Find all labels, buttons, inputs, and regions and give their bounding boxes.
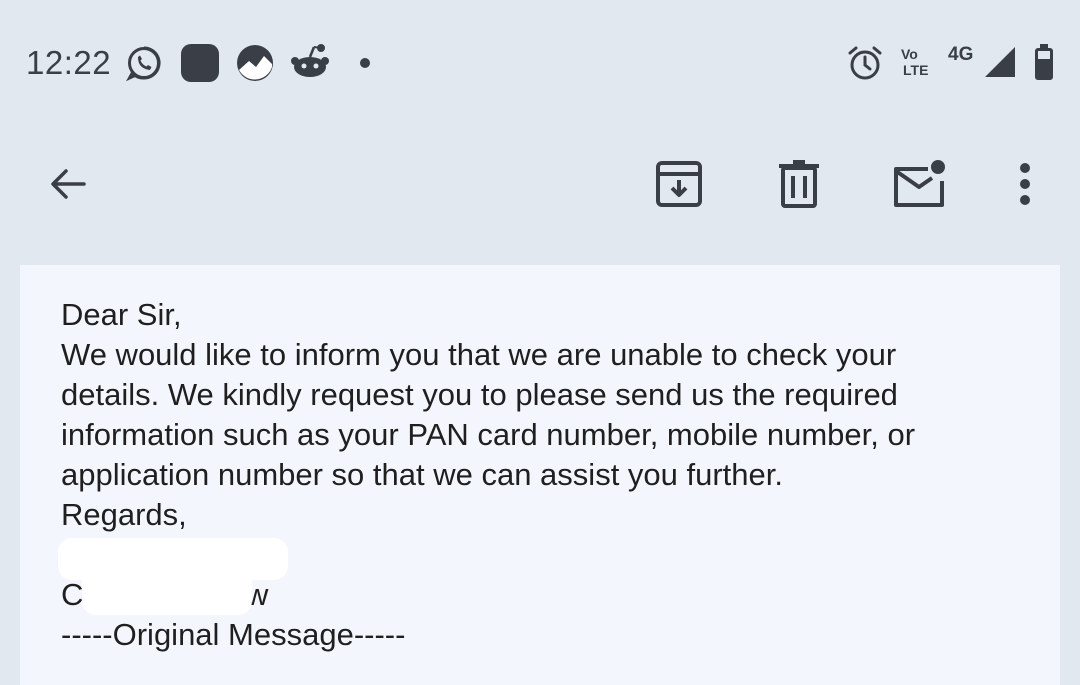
email-greeting: Dear Sir,	[61, 297, 182, 332]
more-options-button[interactable]	[989, 148, 1061, 220]
delete-button[interactable]	[763, 148, 835, 220]
email-closing: Regards,	[61, 497, 187, 532]
email-body-line: details. We kindly request you to please…	[61, 377, 898, 412]
volte-top: Vo	[901, 46, 918, 62]
reddit-icon	[291, 44, 329, 77]
status-bar: 12:22 Vo LTE 4G	[0, 0, 1080, 128]
notification-dot-icon	[360, 58, 370, 68]
whatsapp-icon	[126, 46, 161, 81]
back-button[interactable]	[32, 148, 104, 220]
email-screen: 12:22 Vo LTE 4G Dear Sir, We would like …	[0, 0, 1080, 685]
archive-icon	[656, 161, 702, 207]
email-body-line: We would like to inform you that we are …	[61, 337, 897, 372]
signal-icon	[985, 47, 1015, 77]
email-body-line: information such as your PAN card number…	[61, 417, 916, 452]
gallery-icon	[237, 45, 273, 81]
volte-bottom: LTE	[903, 62, 929, 78]
trash-icon	[779, 160, 819, 208]
arrow-back-icon	[51, 169, 86, 199]
mark-unread-button[interactable]	[884, 148, 956, 220]
signature-title-start: C	[61, 577, 84, 612]
volte-icon: Vo LTE	[901, 46, 941, 80]
archive-button[interactable]	[643, 148, 715, 220]
email-body-line: application number so that we can assist…	[61, 457, 784, 492]
email-body-card: Dear Sir, We would like to inform you th…	[20, 265, 1060, 685]
more-vert-icon	[1020, 163, 1030, 205]
original-message-divider: -----Original Message-----	[61, 617, 406, 652]
network-type: 4G	[948, 44, 974, 65]
mark-unread-icon	[894, 160, 945, 207]
status-time: 12:22	[26, 44, 112, 81]
app-square-icon	[181, 44, 219, 82]
alarm-icon	[848, 46, 882, 80]
battery-icon	[1035, 44, 1053, 80]
email-toolbar	[0, 128, 1080, 264]
redaction-block	[82, 565, 252, 615]
